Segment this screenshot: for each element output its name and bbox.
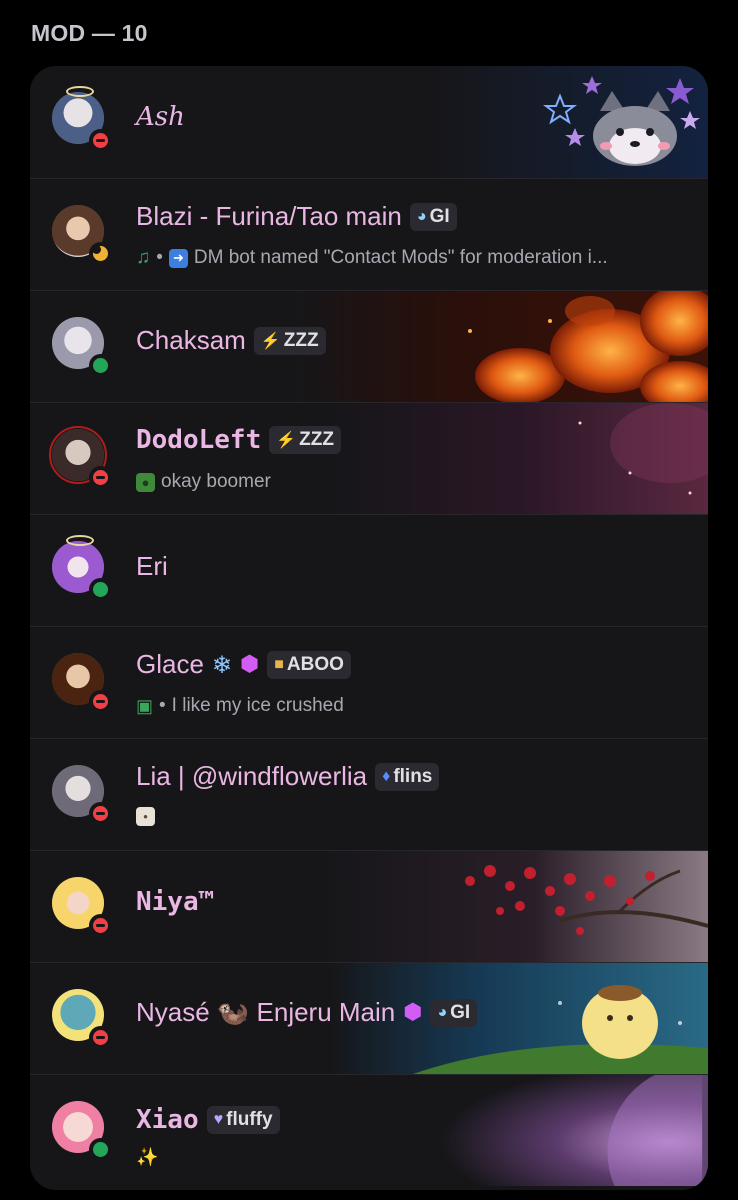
genshin-icon: ◕ [437, 1003, 448, 1021]
dnd-status-icon [89, 690, 112, 713]
member-row-dodoleft[interactable]: DodoLeft ⚡ ZZZ ● okay boomer [30, 402, 708, 514]
profile-banner-fire [290, 291, 708, 402]
member-name[interactable]: Glace [136, 649, 204, 680]
guild-tag-label: flins [393, 765, 433, 787]
profile-banner-wolf [430, 66, 708, 178]
guild-tag-label: ZZZ [299, 429, 334, 450]
online-status-icon [89, 354, 112, 377]
avatar[interactable] [52, 535, 112, 601]
online-status-icon [89, 578, 112, 601]
custom-status: okay boomer [161, 471, 271, 492]
guild-tag[interactable]: ⚡ ZZZ [269, 426, 341, 454]
dnd-status-icon [89, 466, 112, 489]
avatar[interactable] [52, 877, 112, 937]
snowflake-icon: ❄ [211, 650, 233, 679]
cat-icon: ■ [274, 655, 284, 673]
guild-tag-label: fluffy [226, 1109, 273, 1130]
avatar[interactable] [52, 205, 112, 265]
member-name[interactable]: Ash [136, 102, 185, 132]
dnd-status-icon [89, 129, 112, 152]
guild-tag-label: ZZZ [283, 329, 319, 351]
member-name[interactable]: Blazi - Furina/Tao main [136, 201, 402, 232]
dnd-status-icon [89, 1026, 112, 1049]
online-status-icon [89, 1138, 112, 1161]
member-name[interactable]: Lia | @windflowerlia [136, 761, 367, 792]
member-name[interactable]: Eri [136, 551, 168, 582]
member-row-glace[interactable]: Glace ❄ ⬢ ■ ABOO ▣ • I like my ice crush… [30, 626, 708, 738]
guild-tag[interactable]: ♥ fluffy [206, 1106, 280, 1134]
lightning-icon: ⚡ [276, 432, 297, 449]
custom-status: I like my ice crushed [171, 695, 344, 716]
guild-tag[interactable]: ■ ABOO [267, 650, 351, 679]
guild-tag-label: GI [429, 205, 450, 227]
member-row-lia[interactable]: Lia | @windflowerlia ♦ flins • [30, 738, 708, 850]
member-name[interactable]: Niya™ [136, 887, 214, 917]
gamepad-icon: ▣ [136, 695, 154, 716]
guild-tag[interactable]: ◕ GI [409, 202, 457, 231]
custom-status: DM bot named "Contact Mods" for moderati… [193, 247, 608, 268]
music-note-icon: ♫ [136, 247, 151, 268]
avatar[interactable] [52, 317, 112, 377]
lightning-icon: ⚡ [260, 332, 281, 350]
sparkle-emoji-icon: ✨ [136, 1147, 159, 1167]
avatar[interactable] [52, 989, 112, 1049]
guild-tag[interactable]: ◕ GI [430, 998, 478, 1027]
member-section-header: MOD — 10 [31, 20, 148, 46]
pepe-emoji-icon: ● [136, 472, 155, 492]
dnd-status-icon [89, 914, 112, 937]
separator-dot: • [156, 247, 163, 268]
member-name[interactable]: Nyasé 🦦 Enjeru Main [136, 997, 395, 1028]
boost-gem-icon: ⬢ [240, 652, 260, 677]
member-name[interactable]: Chaksam [136, 325, 246, 356]
member-row-ash[interactable]: Ash [30, 66, 708, 178]
guild-tag[interactable]: ♦ flins [375, 762, 440, 791]
arrow-right-icon: ➜ [168, 248, 188, 268]
flame-icon: ♦ [382, 767, 391, 785]
heart-icon: ♥ [213, 1111, 224, 1128]
avatar[interactable] [52, 765, 112, 825]
avatar[interactable] [52, 86, 112, 152]
member-row-blazi[interactable]: Blazi - Furina/Tao main ◕ GI ♫ • ➜ DM bo… [30, 178, 708, 290]
separator-dot: • [159, 695, 166, 716]
avatar[interactable] [52, 653, 112, 713]
idle-status-icon [89, 242, 112, 265]
genshin-icon: ◕ [416, 207, 427, 225]
profile-banner-moon [375, 1075, 708, 1186]
member-row-niya[interactable]: Niya™ [30, 850, 708, 962]
member-row-eri[interactable]: Eri [30, 514, 708, 626]
guild-tag[interactable]: ⚡ ZZZ [253, 326, 326, 355]
member-name[interactable]: DodoLeft [136, 425, 261, 455]
boost-gem-icon: ⬢ [403, 1000, 423, 1025]
guild-tag-label: ABOO [286, 653, 344, 675]
dnd-status-icon [89, 802, 112, 825]
profile-banner-nebula [330, 403, 708, 514]
dog-emoji-icon: • [136, 807, 155, 826]
member-name[interactable]: Xiao [136, 1105, 199, 1135]
member-list: Ash Blazi - Furina/Tao main ◕ GI ♫ • ➜ D… [30, 66, 708, 1190]
avatar[interactable] [52, 1101, 112, 1161]
member-row-chaksam[interactable]: Chaksam ⚡ ZZZ [30, 290, 708, 402]
profile-banner-blossom [320, 851, 708, 962]
member-row-xiao[interactable]: Xiao ♥ fluffy ✨ [30, 1074, 708, 1186]
guild-tag-label: GI [450, 1001, 471, 1023]
avatar[interactable] [49, 426, 112, 489]
member-row-nyase[interactable]: Nyasé 🦦 Enjeru Main ⬢ ◕ GI [30, 962, 708, 1074]
